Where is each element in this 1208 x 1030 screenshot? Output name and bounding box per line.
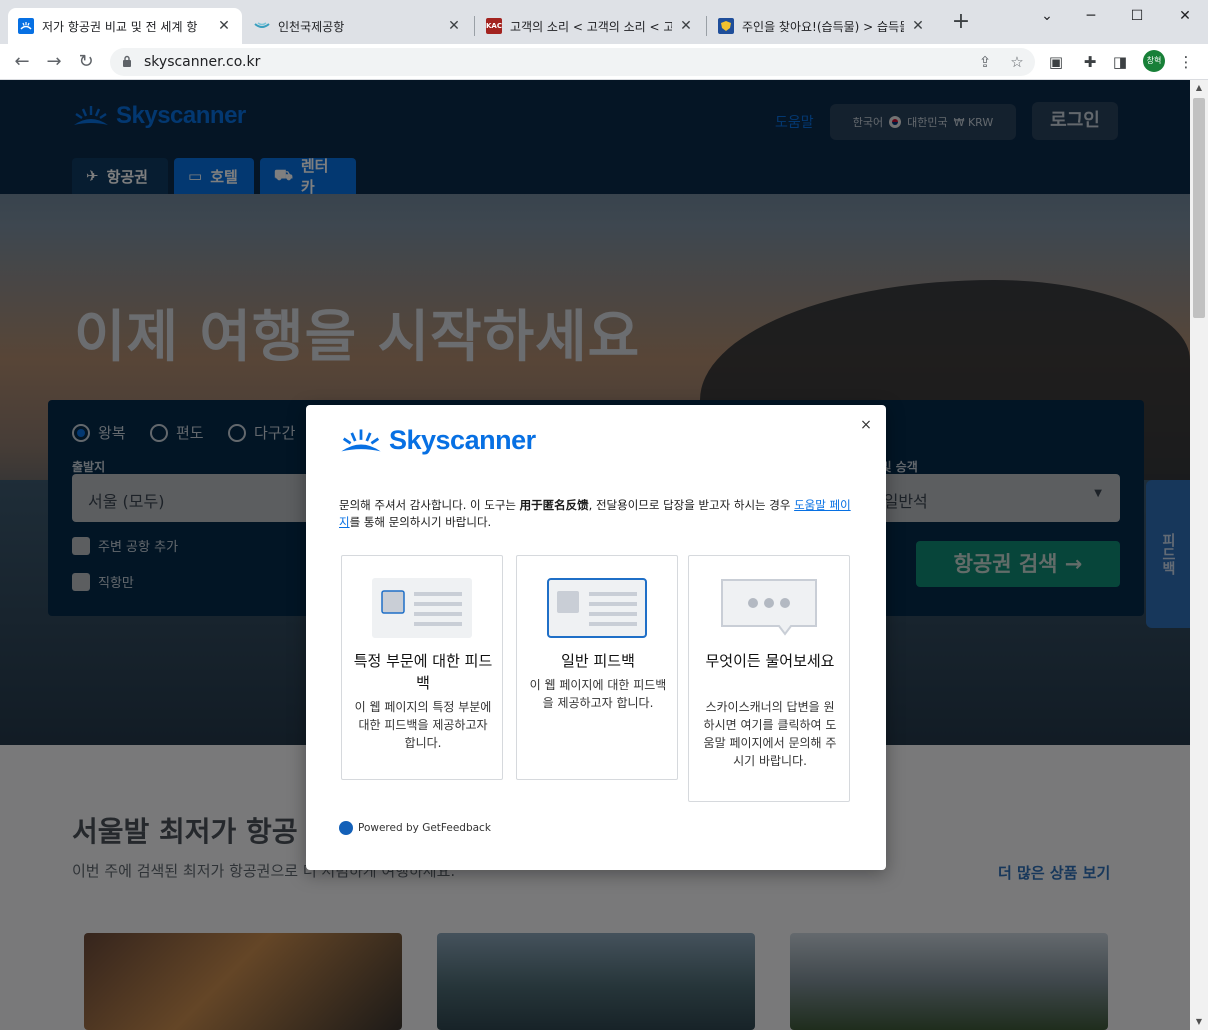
extensions-puzzle-icon[interactable]: ✚	[1080, 52, 1100, 72]
minimize-button[interactable]: ─	[1068, 4, 1114, 28]
close-tab-icon[interactable]: ✕	[446, 18, 462, 34]
incheon-favicon-icon	[254, 18, 270, 34]
url-text: skyscanner.co.kr	[144, 54, 261, 70]
browser-tab-customer-voice[interactable]: KAC 고객의 소리 < 고객의 소리 < 고 ✕	[476, 8, 704, 44]
modal-logo-text: Skyscanner	[389, 425, 536, 455]
tab-title: 인천국제공항	[278, 19, 345, 34]
tab-title: 주인을 찾아요!(습득물) > 습득물	[742, 19, 904, 34]
powered-by-label: Powered by GetFeedback	[358, 822, 491, 834]
forward-button[interactable]: →	[42, 50, 66, 74]
general-feedback-option[interactable]: 일반 피드백 이 웹 페이지에 대한 피드백을 제공하고자 합니다.	[516, 555, 678, 780]
scroll-up-arrow-icon[interactable]: ▲	[1190, 80, 1208, 96]
browser-tab-lost-found[interactable]: 주인을 찾아요!(습득물) > 습득물 ✕	[708, 8, 936, 44]
getfeedback-logo-icon	[339, 821, 353, 835]
modal-logo: Skyscanner	[339, 425, 536, 456]
picture-in-picture-icon[interactable]: ▣	[1046, 52, 1066, 72]
lock-icon	[123, 55, 131, 67]
description-text: , 전달용이므로 답장을 받고자 하시는 경우	[588, 498, 795, 512]
chat-bubble-icon	[721, 579, 817, 636]
skyscanner-favicon-icon	[18, 18, 34, 34]
close-tab-icon[interactable]: ✕	[216, 18, 232, 34]
tab-separator	[706, 16, 707, 36]
share-icon[interactable]: ⇪	[976, 53, 994, 71]
close-tab-icon[interactable]: ✕	[678, 18, 694, 34]
address-bar[interactable]: skyscanner.co.kr ⇪ ☆	[110, 48, 1035, 76]
description-bold-text: 用于匿名反馈	[519, 498, 589, 512]
browser-tab-bar: 저가 항공권 비교 및 전 세계 항 ✕ 인천국제공항 ✕ KAC 고객의 소리…	[0, 0, 1208, 44]
description-text: 를 통해 문의하시기 바랍니다.	[349, 515, 492, 529]
specific-feedback-option[interactable]: 특정 부문에 대한 피드백 이 웹 페이지의 특정 부분에 대한 피드백을 제공…	[341, 555, 503, 780]
scroll-down-arrow-icon[interactable]: ▼	[1190, 1014, 1208, 1030]
browser-toolbar: ← → ↻ skyscanner.co.kr ⇪ ☆ ▣ ✚ ◨ 창혁 ⋮	[0, 44, 1208, 80]
browser-menu-icon[interactable]: ⋮	[1176, 52, 1196, 72]
police-favicon-icon	[718, 18, 734, 34]
option-text: 스카이스캐너의 답변을 원하시면 여기를 클릭하여 도움말 페이지에서 문의해 …	[703, 700, 837, 768]
description-text: 문의해 주셔서 감사합니다. 이 도구는	[339, 498, 520, 512]
option-title: 무엇이든 물어보세요	[705, 652, 835, 670]
tab-title: 고객의 소리 < 고객의 소리 < 고	[510, 19, 672, 34]
tab-title: 저가 항공권 비교 및 전 세계 항	[42, 19, 198, 34]
side-panel-icon[interactable]: ◨	[1110, 52, 1130, 72]
browser-tab-skyscanner[interactable]: 저가 항공권 비교 및 전 세계 항 ✕	[8, 8, 242, 44]
scroll-thumb[interactable]	[1193, 98, 1205, 318]
close-window-button[interactable]: ✕	[1162, 4, 1208, 28]
feedback-modal: Skyscanner × 문의해 주셔서 감사합니다. 이 도구는 用于匿名反馈…	[306, 405, 886, 870]
tab-search-icon[interactable]: ⌄	[1024, 4, 1070, 28]
new-tab-button[interactable]: +	[950, 11, 972, 34]
option-text: 이 웹 페이지에 대한 피드백을 제공하고자 합니다.	[529, 678, 667, 710]
reload-button[interactable]: ↻	[74, 50, 98, 74]
profile-avatar[interactable]: 창혁	[1143, 50, 1165, 72]
whole-page-illustration-icon	[547, 578, 647, 638]
option-title: 일반 피드백	[561, 652, 635, 670]
browser-tab-incheon[interactable]: 인천국제공항 ✕	[244, 8, 472, 44]
tab-separator	[474, 16, 475, 36]
maximize-button[interactable]: ☐	[1114, 4, 1160, 28]
ask-anything-option[interactable]: 무엇이든 물어보세요 스카이스캐너의 답변을 원하시면 여기를 클릭하여 도움말…	[688, 555, 850, 802]
back-button[interactable]: ←	[10, 50, 34, 74]
close-tab-icon[interactable]: ✕	[910, 18, 926, 34]
modal-description: 문의해 주셔서 감사합니다. 이 도구는 用于匿名反馈, 전달용이므로 답장을 …	[339, 497, 854, 531]
page-scrollbar[interactable]: ▲ ▼	[1190, 80, 1208, 1030]
powered-by-getfeedback[interactable]: Powered by GetFeedback	[339, 821, 491, 835]
option-title: 특정 부문에 대한 피드백	[353, 652, 493, 692]
kac-favicon-icon: KAC	[486, 18, 502, 34]
bookmark-star-icon[interactable]: ☆	[1008, 53, 1026, 71]
page-section-illustration-icon	[372, 578, 472, 638]
skyscanner-sunrise-icon	[341, 428, 381, 451]
close-icon[interactable]: ×	[858, 417, 874, 433]
option-text: 이 웹 페이지의 특정 부분에 대한 피드백을 제공하고자 합니다.	[354, 700, 492, 750]
